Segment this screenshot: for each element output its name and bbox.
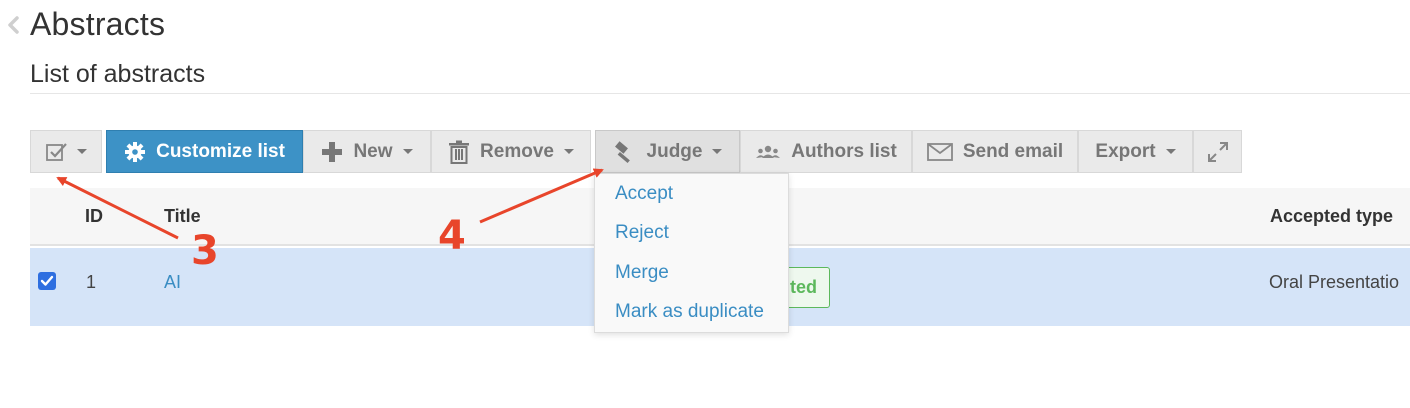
- row-accepted-type: Oral Presentatio: [1269, 272, 1400, 292]
- export-button[interactable]: Export: [1078, 130, 1193, 173]
- customize-list-label: Customize list: [156, 140, 285, 162]
- users-icon: [756, 145, 781, 158]
- send-email-button[interactable]: Send email: [912, 130, 1078, 173]
- annotation-number-4: 4: [438, 213, 466, 259]
- export-label: Export: [1095, 140, 1156, 162]
- menu-item-mark-duplicate[interactable]: Mark as duplicate: [615, 301, 764, 323]
- judge-dropdown-menu: Accept Reject Merge Mark as duplicate: [594, 173, 789, 333]
- menu-item-merge[interactable]: Merge: [615, 262, 669, 284]
- annotation-number-3: 3: [191, 228, 219, 274]
- new-button[interactable]: New: [303, 130, 431, 173]
- header-divider: [30, 93, 1410, 94]
- caret-down-icon: [77, 149, 87, 154]
- row-title-link[interactable]: AI: [164, 272, 181, 293]
- fullscreen-button[interactable]: [1193, 130, 1242, 173]
- envelope-icon: [926, 142, 953, 161]
- row-checkbox[interactable]: [38, 272, 56, 290]
- caret-down-icon: [402, 149, 413, 154]
- new-label: New: [353, 140, 393, 162]
- expand-icon: [1207, 141, 1228, 162]
- column-header-accepted-type[interactable]: Accepted type: [1270, 206, 1393, 227]
- customize-list-button[interactable]: Customize list: [106, 130, 303, 173]
- page-subtitle: List of abstracts: [30, 60, 206, 88]
- remove-button[interactable]: Remove: [431, 130, 591, 173]
- authors-list-button[interactable]: Authors list: [740, 130, 912, 173]
- page-title: Abstracts: [30, 6, 166, 42]
- caret-down-icon: [712, 149, 723, 154]
- plus-icon: [322, 141, 343, 162]
- caret-down-icon: [563, 149, 574, 154]
- remove-label: Remove: [480, 140, 554, 162]
- row-id: 1: [86, 272, 97, 292]
- send-email-label: Send email: [962, 140, 1064, 162]
- caret-down-icon: [1165, 149, 1176, 154]
- column-header-id[interactable]: ID: [85, 206, 103, 227]
- column-header-title[interactable]: Title: [164, 206, 201, 227]
- authors-list-label: Authors list: [791, 140, 897, 162]
- menu-item-accept[interactable]: Accept: [615, 183, 673, 205]
- trash-icon: [449, 140, 470, 164]
- judge-label: Judge: [646, 140, 703, 162]
- checkmark-icon: [40, 275, 54, 286]
- judge-button[interactable]: Judge: [595, 130, 740, 173]
- menu-item-reject[interactable]: Reject: [615, 222, 669, 244]
- back-chevron-icon[interactable]: [4, 14, 24, 36]
- checkbox-icon: [46, 142, 67, 161]
- gavel-icon: [614, 140, 630, 163]
- select-dropdown-button[interactable]: [30, 130, 102, 173]
- gear-icon: [125, 141, 146, 162]
